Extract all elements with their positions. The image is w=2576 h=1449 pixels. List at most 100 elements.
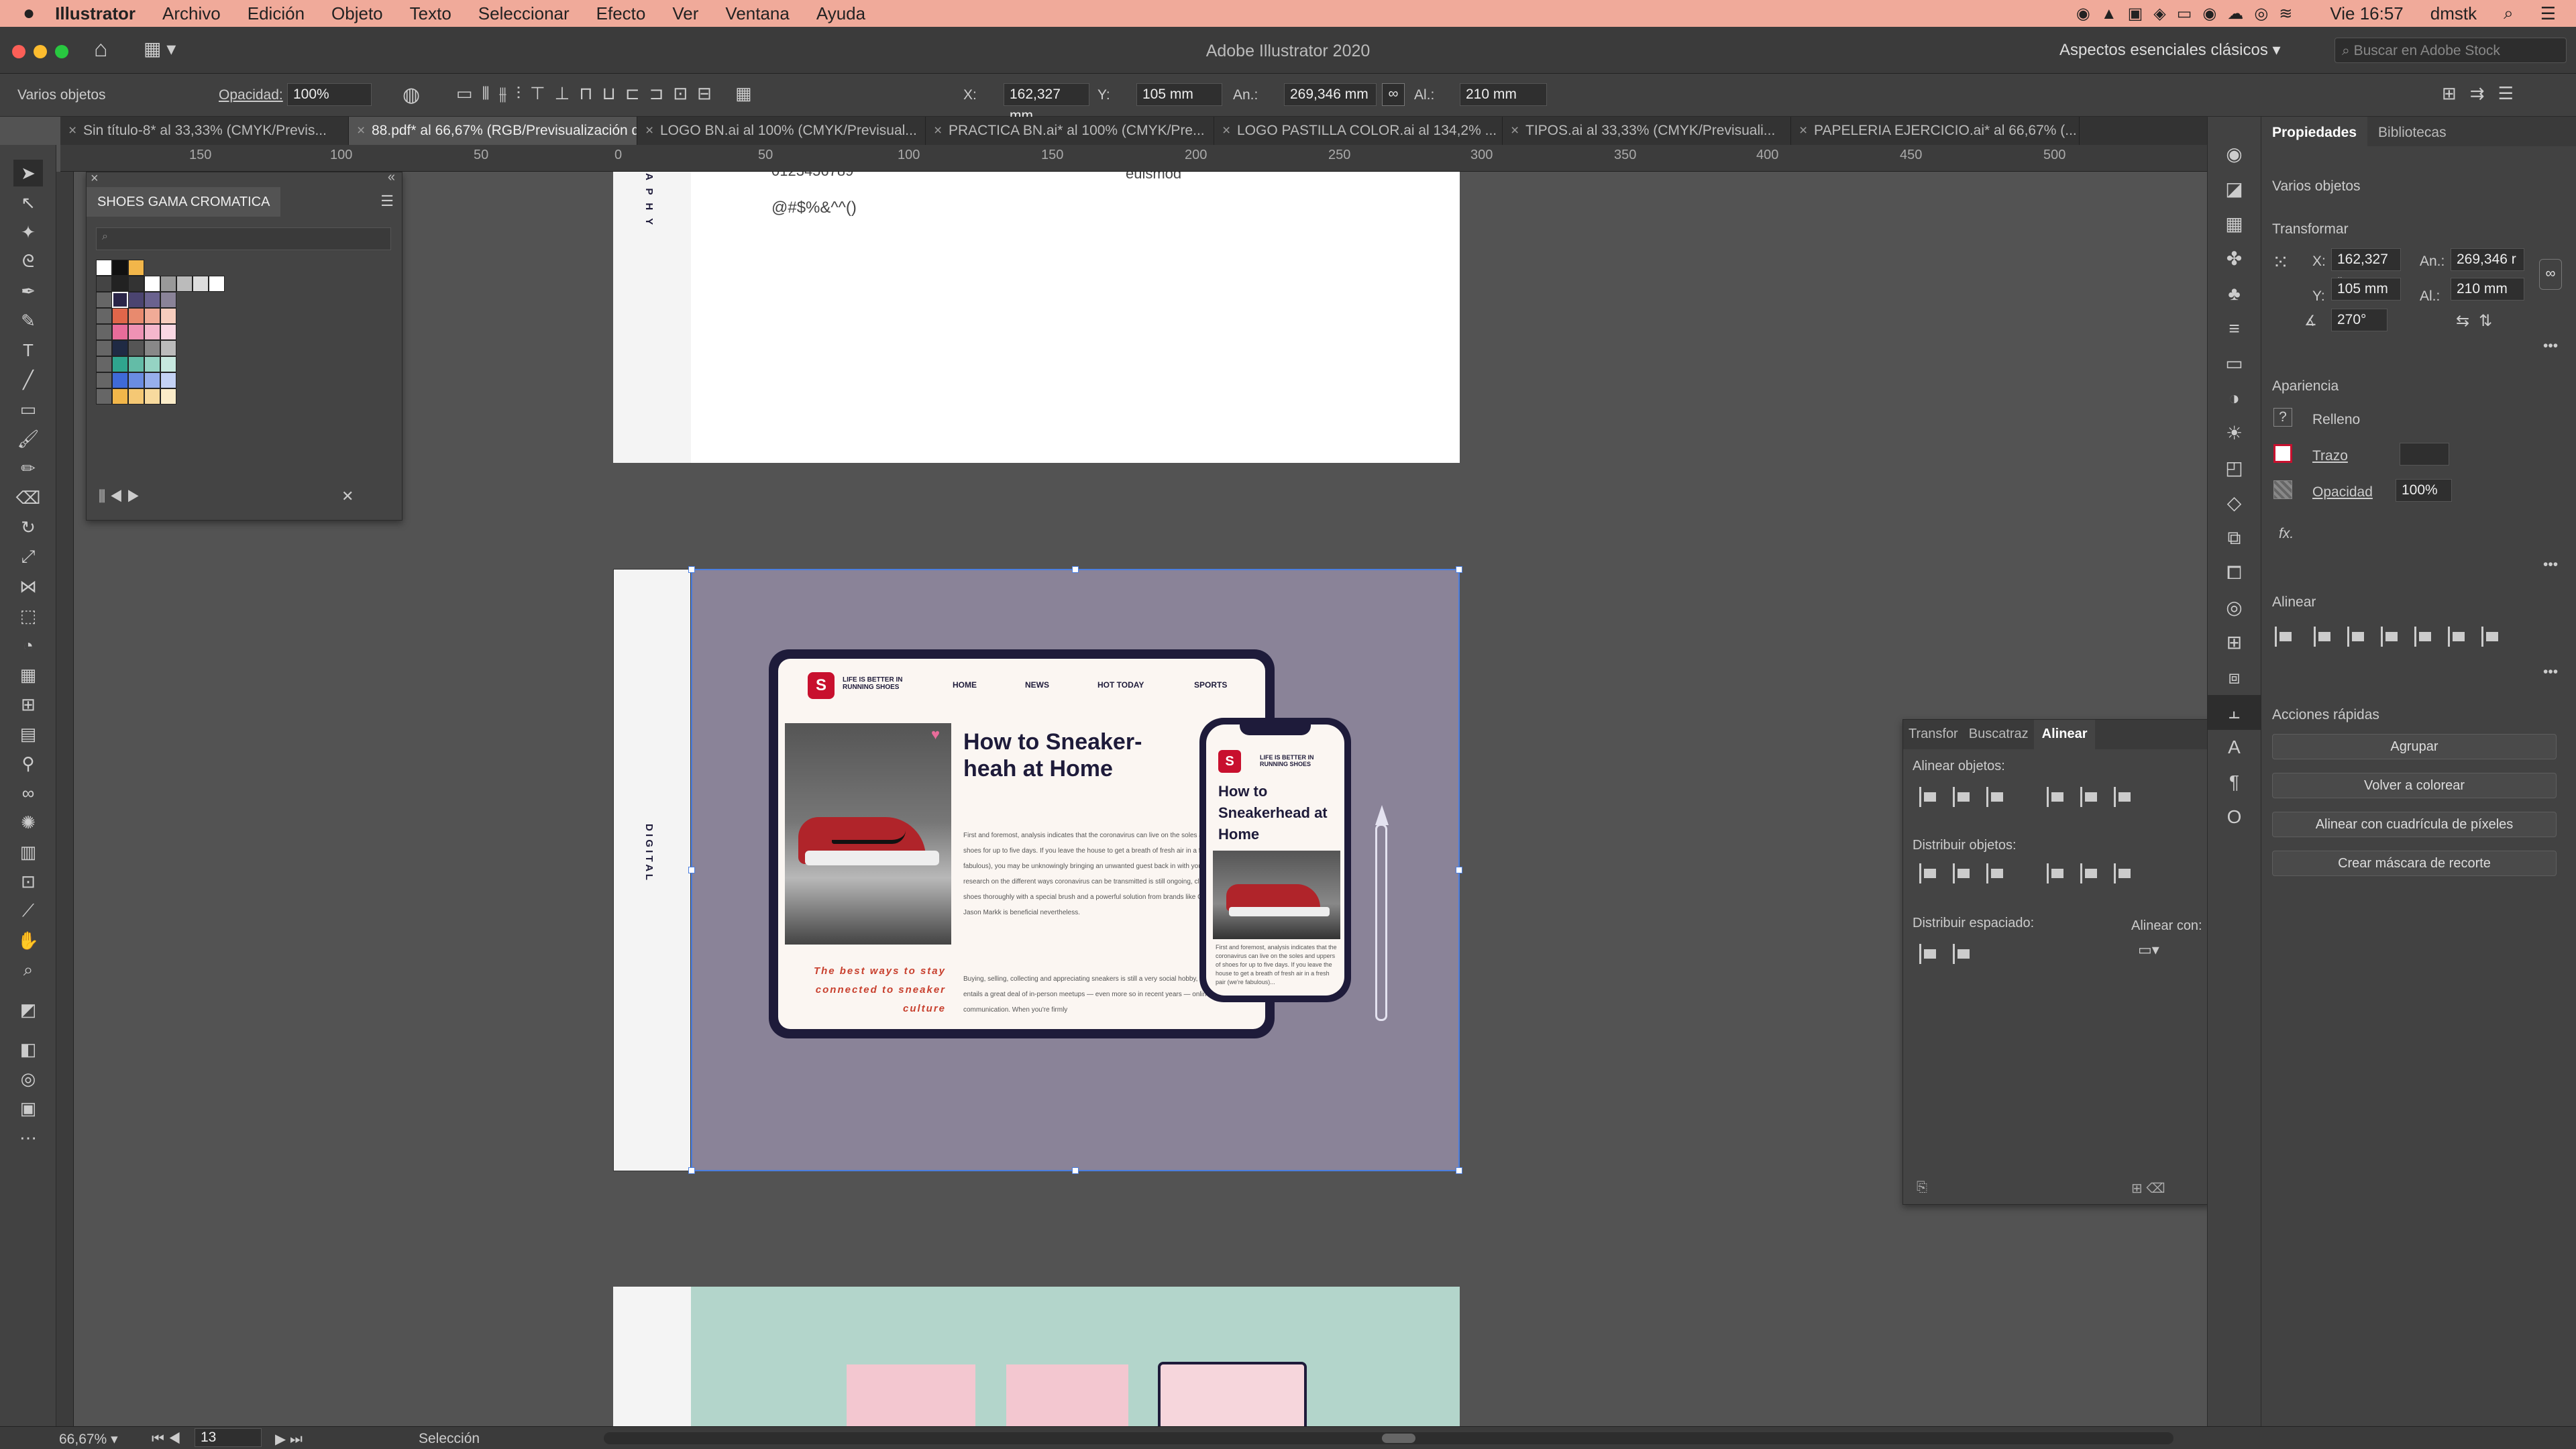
blend-tool-icon[interactable]: ∞ — [13, 780, 43, 806]
symbols-panel-icon[interactable]: ♣ — [2208, 276, 2261, 311]
brushes-panel-icon[interactable]: ✤ — [2208, 241, 2261, 276]
artboard-number-field[interactable]: 13 — [195, 1428, 262, 1447]
type-tool-icon[interactable]: T — [13, 337, 43, 364]
distribute-left-icon[interactable] — [2047, 863, 2067, 883]
mesh-tool-icon[interactable]: ⊞ — [13, 691, 43, 718]
align-vcenter-icon[interactable] — [2448, 627, 2468, 647]
align-to-select[interactable]: ▭▾ — [2138, 941, 2159, 959]
zoom-tool-icon[interactable]: ⌕ — [13, 957, 43, 983]
panel-menu-icon[interactable]: ☰ — [380, 193, 394, 210]
selection-handle[interactable] — [1456, 566, 1462, 573]
tab-logo-pastilla[interactable]: × LOGO PASTILLA COLOR.ai al 134,2% ... — [1214, 117, 1503, 145]
zoom-window-button[interactable] — [55, 45, 68, 58]
color-panel-icon[interactable]: ◉ — [2208, 137, 2261, 172]
magic-wand-tool-icon[interactable]: ✦ — [13, 219, 43, 246]
horizontal-scrollbar[interactable] — [604, 1432, 2174, 1444]
tab-propiedades[interactable]: Propiedades — [2261, 117, 2368, 146]
canvas[interactable]: A P H Y 0123456789 @#$%&^^() euismod D I… — [74, 172, 2207, 1426]
paintbrush-tool-icon[interactable]: 🖌 — [13, 425, 43, 452]
minimize-window-button[interactable] — [34, 45, 47, 58]
pathfinder-panel-icon[interactable]: ⧈ — [2208, 660, 2261, 695]
fill-stroke-icon[interactable]: ◩ — [13, 986, 43, 1033]
tab-practica-bn[interactable]: × PRACTICA BN.ai* al 100% (CMYK/Pre... — [926, 117, 1214, 145]
width-field[interactable]: 269,346 mm — [1284, 83, 1377, 106]
menu-ventana[interactable]: Ventana — [725, 3, 789, 24]
artboard-tool-icon[interactable]: ⊡ — [13, 868, 43, 895]
constrain-proportions-icon[interactable]: ∞ — [1382, 83, 1405, 106]
selection-handle[interactable] — [688, 566, 695, 573]
swatch-grid[interactable] — [96, 260, 230, 405]
tab-bibliotecas[interactable]: Bibliotecas — [2367, 117, 2457, 146]
selection-handle[interactable] — [1456, 1167, 1462, 1174]
more-options-icon[interactable]: ••• — [2543, 664, 2558, 680]
align-panel[interactable]: Transfor Buscatraz Alinear Alinear objet… — [1902, 719, 2207, 1205]
menu-ver[interactable]: Ver — [672, 3, 698, 24]
distribute-right-icon[interactable] — [2114, 863, 2134, 883]
pen-tool-icon[interactable]: ✒ — [13, 278, 43, 305]
align-hcenter-icon[interactable] — [2347, 627, 2367, 647]
fill-swatch-icon[interactable]: ? — [2273, 408, 2292, 427]
stroke-panel-icon[interactable]: ≡ — [2208, 311, 2261, 346]
eraser-tool-icon[interactable]: ⌫ — [13, 484, 43, 511]
swatches-panel[interactable]: × « SHOES GAMA CROMATICA ☰ ⌕ ⫼ ◀ ▶ ✕ — [86, 172, 402, 521]
arrange-panels-icons[interactable]: ⊞⇉☰ — [2442, 83, 2527, 104]
artboard-nav-next[interactable]: ▶ ⏭ — [275, 1431, 303, 1448]
tab-transform[interactable]: Transfor — [1903, 720, 1964, 749]
close-window-button[interactable] — [12, 45, 25, 58]
menu-efecto[interactable]: Efecto — [596, 3, 646, 24]
selection-handle[interactable] — [688, 1167, 695, 1174]
artboard-typography[interactable]: A P H Y 0123456789 @#$%&^^() euismod — [613, 172, 1460, 463]
line-tool-icon[interactable]: ╱ — [13, 366, 43, 393]
props-y-field[interactable]: 105 mm — [2331, 278, 2401, 301]
close-icon[interactable]: × — [91, 172, 99, 186]
reference-point-icon[interactable]: ⁙ — [2272, 251, 2289, 274]
height-field[interactable]: 210 mm — [1460, 83, 1547, 106]
stroke-label[interactable]: Trazo — [2312, 448, 2348, 464]
props-x-field[interactable]: 162,327 r — [2331, 248, 2401, 288]
align-left-icon[interactable] — [1919, 787, 1939, 807]
gradient-panel-icon[interactable]: ▭ — [2208, 346, 2261, 381]
home-icon[interactable]: ⌂ — [94, 36, 108, 62]
align-left-icon[interactable] — [2314, 627, 2334, 647]
distribute-hcenter-icon[interactable] — [2080, 863, 2100, 883]
symbol-sprayer-tool-icon[interactable]: ✺ — [13, 809, 43, 836]
props-h-field[interactable]: 210 mm — [2451, 278, 2524, 301]
menu-archivo[interactable]: Archivo — [162, 3, 221, 24]
gradient-tool-icon[interactable]: ▤ — [13, 720, 43, 747]
tab-pathfinder[interactable]: Buscatraz — [1964, 720, 2034, 749]
selection-bounding-box[interactable] — [691, 569, 1460, 1171]
props-opacity-label[interactable]: Opacidad — [2312, 484, 2373, 500]
recolor-button[interactable]: Volver a colorear — [2272, 773, 2557, 798]
close-icon[interactable]: × — [1511, 117, 1519, 145]
zoom-select[interactable]: 66,67% ▾ — [59, 1431, 118, 1448]
color-guide-icon[interactable]: ◪ — [2208, 172, 2261, 207]
close-icon[interactable]: × — [68, 117, 76, 145]
align-hcenter-icon[interactable] — [1953, 787, 1973, 807]
tab-sin-titulo[interactable]: × Sin título-8* al 33,33% (CMYK/Previs... — [60, 117, 349, 145]
swatches-panel-icon[interactable]: ▦ — [2208, 207, 2261, 241]
props-align-buttons[interactable] — [2275, 627, 2515, 651]
menu-texto[interactable]: Texto — [410, 3, 451, 24]
layers-panel-icon[interactable]: ◇ — [2208, 486, 2261, 521]
swatch-library-icon[interactable]: ⫼ ◀ ▶ — [99, 488, 140, 505]
scroll-thumb[interactable] — [1382, 1434, 1415, 1443]
distribute-objects-buttons[interactable] — [1919, 863, 2147, 887]
eyedropper-tool-icon[interactable]: ⚲ — [13, 750, 43, 777]
links-panel-icon[interactable]: ⧠ — [2208, 555, 2261, 590]
character-panel-icon[interactable]: A — [2208, 730, 2261, 765]
distribute-vspace-icon[interactable] — [1919, 944, 1939, 964]
image-trace-icon[interactable]: ◎ — [2208, 590, 2261, 625]
menu-ayuda[interactable]: Ayuda — [816, 3, 865, 24]
collapse-icon[interactable]: « — [388, 172, 395, 185]
more-tools-icon[interactable]: ⋯ — [13, 1124, 43, 1151]
pencil-tool-icon[interactable]: ✏ — [13, 455, 43, 482]
selection-tool-icon[interactable]: ➤ — [13, 160, 43, 186]
distribute-top-icon[interactable] — [1919, 863, 1939, 883]
screen-mode-icon[interactable]: ▣ — [13, 1095, 43, 1122]
align-vcenter-icon[interactable] — [2080, 787, 2100, 807]
align-bottom-icon[interactable] — [2114, 787, 2134, 807]
slice-tool-icon[interactable]: ⟋ — [13, 898, 43, 924]
menu-objeto[interactable]: Objeto — [331, 3, 383, 24]
current-tool-status[interactable]: Selección — [419, 1431, 480, 1447]
tab-align[interactable]: Alinear — [2033, 720, 2096, 749]
